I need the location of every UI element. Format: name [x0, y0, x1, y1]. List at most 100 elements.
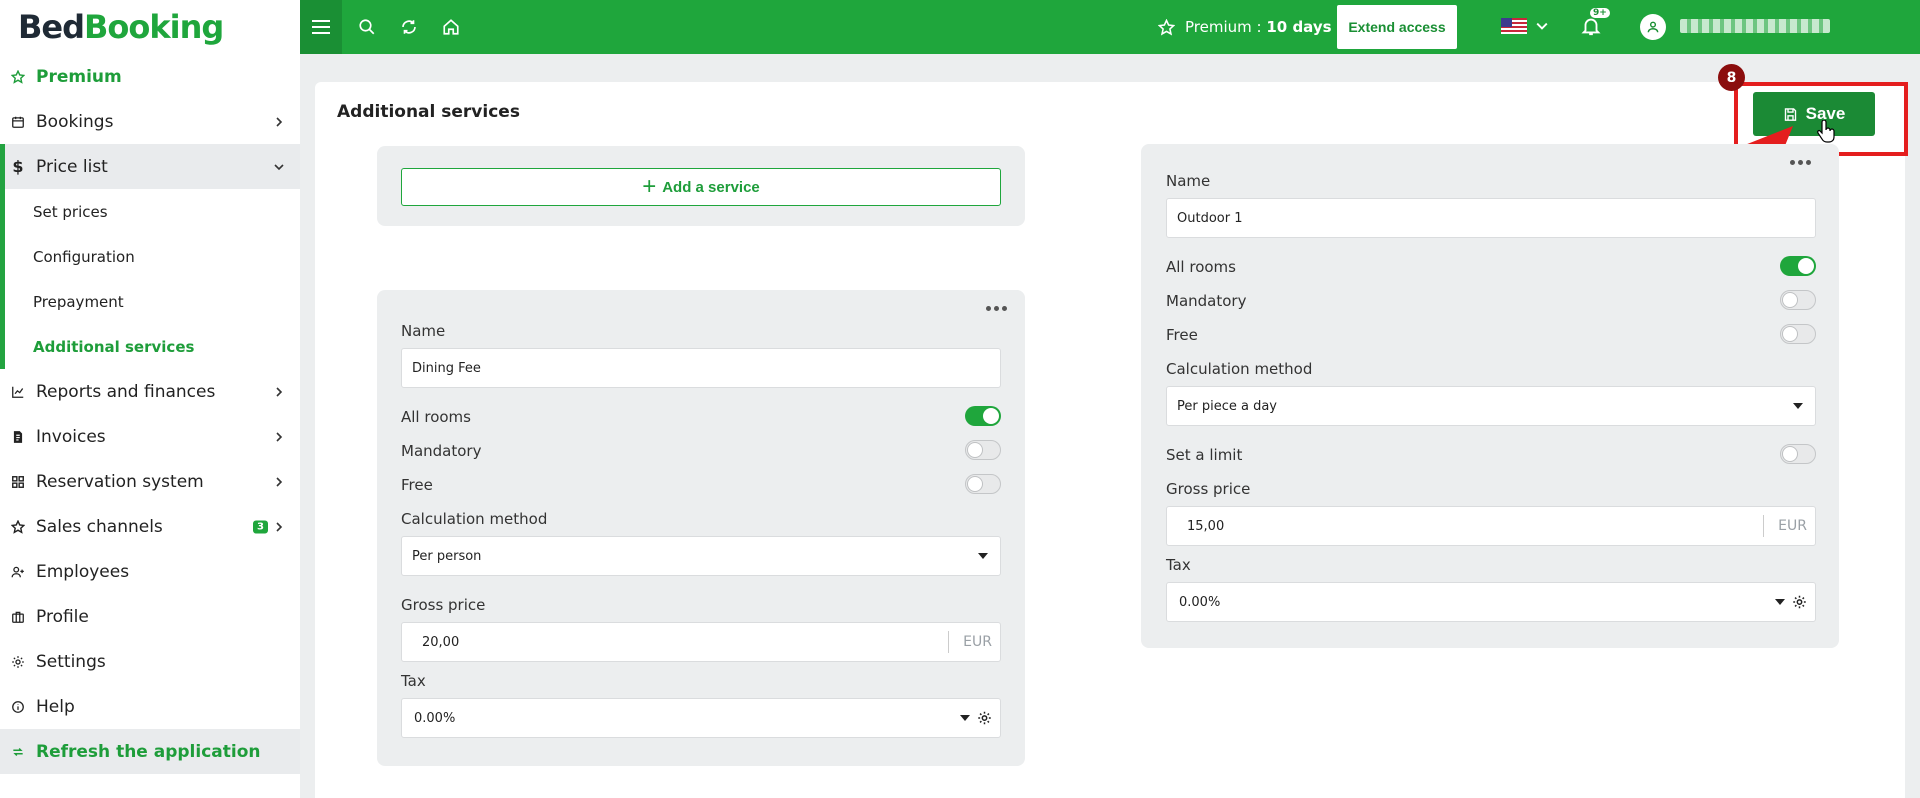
- info-icon: [11, 700, 25, 714]
- tax-value: 0.00%: [1179, 594, 1221, 610]
- dollar-icon: $: [12, 157, 24, 176]
- chevron-right-icon: [276, 431, 283, 442]
- tax-select[interactable]: 0.00%: [401, 698, 1001, 738]
- sidebar-item-label: Employees: [36, 561, 130, 582]
- sidebar-item-employees[interactable]: Employees: [0, 549, 300, 594]
- menu-button[interactable]: [300, 0, 342, 54]
- service-card: Name Dining Fee All rooms Mandatory Free…: [377, 290, 1025, 766]
- calculation-method-value: Per piece a day: [1177, 398, 1278, 414]
- sidebar-item-invoices[interactable]: Invoices: [0, 414, 300, 459]
- mandatory-toggle[interactable]: [1780, 290, 1816, 310]
- sidebar-subitem-set-prices[interactable]: Set prices: [0, 189, 300, 234]
- premium-days: 10 days: [1266, 18, 1332, 36]
- gear-icon[interactable]: [1792, 595, 1807, 610]
- all-rooms-label: All rooms: [1166, 258, 1236, 276]
- gross-price-input[interactable]: 20,00 EUR: [401, 622, 1001, 662]
- premium-label: Premium :: [1185, 18, 1267, 36]
- sidebar-item-label: Sales channels: [36, 516, 163, 537]
- step-badge: 8: [1718, 64, 1745, 91]
- name-input[interactable]: Dining Fee: [401, 348, 1001, 388]
- sidebar-item-sales-channels[interactable]: Sales channels 3: [0, 504, 300, 549]
- calculation-method-select[interactable]: Per piece a day: [1166, 386, 1816, 426]
- tax-value: 0.00%: [414, 710, 456, 726]
- tax-select[interactable]: 0.00%: [1166, 582, 1816, 622]
- set-limit-toggle[interactable]: [1780, 444, 1816, 464]
- gross-price-label: Gross price: [401, 596, 486, 614]
- service-card: Name Outdoor 1 All rooms Mandatory Free …: [1141, 144, 1839, 648]
- sidebar-item-reports[interactable]: Reports and finances: [0, 369, 300, 414]
- caret-down-icon: [1775, 599, 1785, 605]
- mandatory-toggle[interactable]: [965, 440, 1001, 460]
- set-limit-label: Set a limit: [1166, 446, 1243, 464]
- extend-access-button[interactable]: Extend access: [1337, 5, 1457, 49]
- sync-button[interactable]: [388, 0, 430, 54]
- sidebar-item-price-list[interactable]: $ Price list: [0, 144, 300, 189]
- sidebar-item-label: Price list: [36, 156, 108, 177]
- search-icon: [359, 19, 375, 35]
- sidebar: Bed Booking Premium Bookings $ Price list…: [0, 0, 300, 798]
- currency-label: EUR: [948, 631, 1000, 653]
- star-icon: [11, 69, 25, 84]
- caret-down-icon: [960, 715, 970, 721]
- all-rooms-label: All rooms: [401, 408, 471, 426]
- chevron-right-icon: [276, 116, 283, 127]
- star-icon: [11, 519, 25, 534]
- sidebar-subitem-additional-services[interactable]: Additional services: [0, 324, 300, 369]
- sidebar-item-profile[interactable]: Profile: [0, 594, 300, 639]
- gear-icon[interactable]: [977, 711, 992, 726]
- chevron-down-icon[interactable]: [1536, 20, 1548, 32]
- user-name-blurred[interactable]: [1680, 19, 1830, 33]
- sidebar-item-label: Configuration: [33, 247, 135, 266]
- plus-icon: +: [642, 173, 657, 200]
- sidebar-item-label: Refresh the application: [36, 741, 261, 762]
- free-label: Free: [1166, 326, 1198, 344]
- sidebar-item-label: Reports and finances: [36, 381, 216, 402]
- free-toggle[interactable]: [965, 474, 1001, 494]
- more-options-icon[interactable]: [986, 306, 1007, 311]
- add-service-button[interactable]: + Add a service: [401, 168, 1001, 206]
- mandatory-label: Mandatory: [1166, 292, 1247, 310]
- free-toggle[interactable]: [1780, 324, 1816, 344]
- calculation-method-label: Calculation method: [1166, 360, 1313, 378]
- tax-label: Tax: [401, 672, 426, 690]
- sidebar-subitem-configuration[interactable]: Configuration: [0, 234, 300, 279]
- topbar: Premium : 10 days Extend access 9+: [300, 0, 1920, 54]
- sidebar-item-help[interactable]: Help: [0, 684, 300, 729]
- sync-icon: [402, 20, 416, 34]
- sidebar-item-reservation-system[interactable]: Reservation system: [0, 459, 300, 504]
- main-panel: Additional services 8 Save + Add a servi…: [315, 64, 1908, 798]
- sidebar-subitem-prepayment[interactable]: Prepayment: [0, 279, 300, 324]
- sidebar-item-premium[interactable]: Premium: [0, 54, 300, 99]
- save-button[interactable]: Save: [1753, 92, 1875, 136]
- all-rooms-toggle[interactable]: [1780, 256, 1816, 276]
- chart-icon: [11, 385, 25, 399]
- home-button[interactable]: [430, 0, 472, 54]
- hamburger-icon: [312, 20, 330, 34]
- chevron-down-icon: [274, 163, 284, 170]
- calendar-icon: [11, 115, 25, 129]
- sidebar-item-label: Premium: [36, 66, 122, 87]
- star-icon: [1158, 18, 1175, 35]
- name-input[interactable]: Outdoor 1: [1166, 198, 1816, 238]
- sidebar-item-refresh[interactable]: Refresh the application: [0, 729, 300, 774]
- search-button[interactable]: [346, 0, 388, 54]
- sidebar-item-bookings[interactable]: Bookings: [0, 99, 300, 144]
- more-options-icon[interactable]: [1790, 160, 1811, 165]
- user-avatar[interactable]: [1640, 14, 1666, 40]
- refresh-icon: [11, 745, 25, 759]
- home-icon: [443, 19, 459, 35]
- sidebar-item-label: Help: [36, 696, 75, 717]
- all-rooms-toggle[interactable]: [965, 406, 1001, 426]
- sidebar-item-label: Set prices: [33, 202, 108, 221]
- calculation-method-select[interactable]: Per person: [401, 536, 1001, 576]
- gross-price-input[interactable]: 15,00 EUR: [1166, 506, 1816, 546]
- app-logo[interactable]: Bed Booking: [0, 0, 300, 54]
- tax-label: Tax: [1166, 556, 1191, 574]
- invoice-icon: [11, 430, 25, 444]
- name-label: Name: [401, 322, 446, 340]
- sidebar-item-label: Reservation system: [36, 471, 204, 492]
- sidebar-item-settings[interactable]: Settings: [0, 639, 300, 684]
- notification-badge: 9+: [1590, 8, 1610, 18]
- user-icon: [1647, 21, 1659, 33]
- us-flag-icon[interactable]: [1501, 18, 1527, 34]
